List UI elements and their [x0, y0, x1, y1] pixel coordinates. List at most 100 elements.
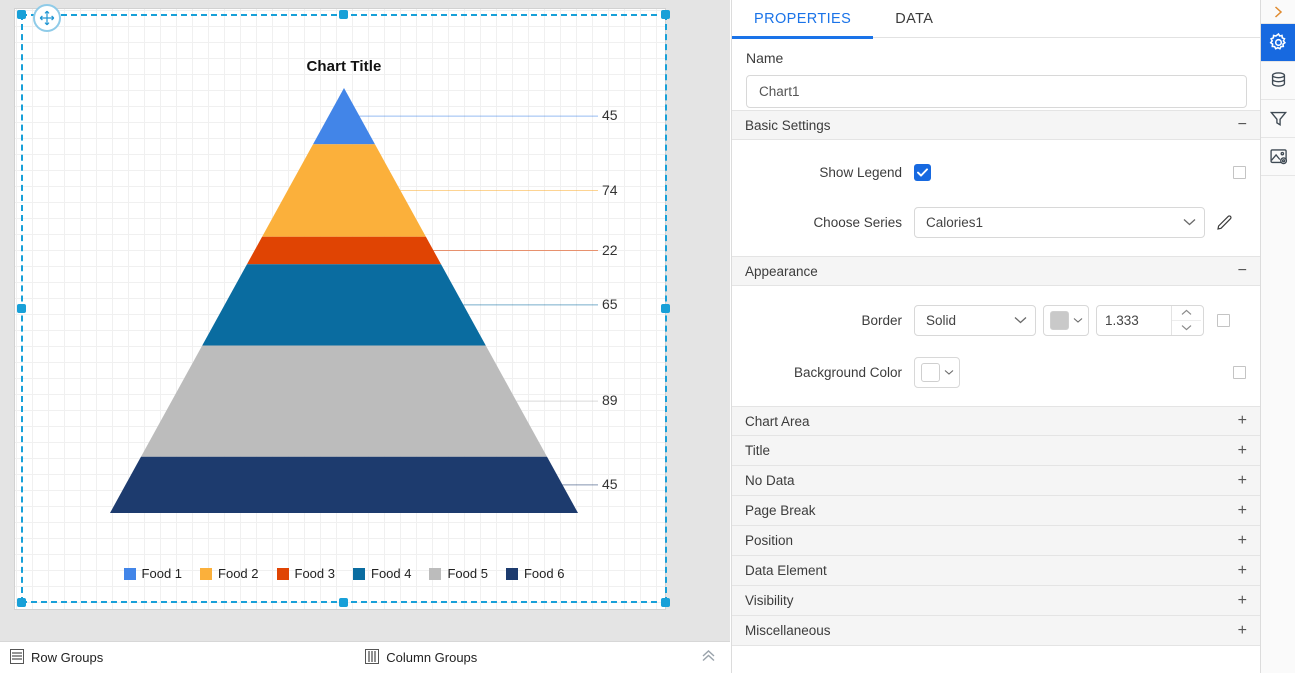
section-title: Data Element [745, 563, 827, 578]
section-header-no-data[interactable]: No Data + [732, 466, 1260, 496]
section-header-chart-area[interactable]: Chart Area + [732, 406, 1260, 436]
data-label: 89 [602, 392, 618, 409]
panel-tabs: PROPERTIES DATA [732, 0, 1260, 39]
legend-item[interactable]: Food 6 [505, 566, 564, 581]
section-toggle[interactable]: + [1238, 442, 1247, 459]
selection-handle-middle-right[interactable] [661, 304, 670, 313]
background-color-expression-checkbox[interactable] [1233, 365, 1246, 379]
show-legend-expression-checkbox[interactable] [1233, 165, 1246, 179]
section-toggle[interactable]: + [1238, 502, 1247, 519]
background-color-swatch [921, 362, 940, 382]
gear-icon[interactable] [1261, 24, 1295, 62]
section-toggle-appearance[interactable]: − [1238, 263, 1247, 279]
section-toggle[interactable]: + [1238, 472, 1247, 489]
section-title: Title [745, 443, 771, 458]
legend-swatch [429, 567, 442, 580]
legend-item[interactable]: Food 4 [353, 566, 411, 581]
data-label: 45 [602, 475, 618, 492]
selection-handle-bottom-right[interactable] [661, 598, 670, 607]
legend-label: Food 4 [371, 566, 412, 581]
pencil-icon[interactable] [1216, 214, 1233, 231]
move-cross-icon[interactable] [33, 4, 61, 32]
border-style-select[interactable]: Solid [914, 304, 1036, 336]
legend-item[interactable]: Food 3 [276, 566, 335, 581]
pyramid-segment[interactable] [110, 456, 578, 513]
choose-series-select[interactable]: Calories1 [914, 206, 1205, 238]
data-label: 65 [602, 295, 618, 312]
data-label: 45 [602, 107, 618, 124]
chevron-down-icon [1073, 311, 1083, 329]
selection-handle-middle-left[interactable] [17, 304, 26, 313]
groups-status-bar: Row Groups Column Groups [0, 641, 730, 673]
tab-data[interactable]: DATA [873, 0, 955, 38]
section-header-title[interactable]: Title + [732, 436, 1260, 466]
pyramid-segment[interactable] [202, 264, 486, 346]
selection-handle-top-left[interactable] [17, 10, 26, 19]
section-header-data-element[interactable]: Data Element + [732, 556, 1260, 586]
section-toggle[interactable]: + [1238, 562, 1247, 579]
section-toggle[interactable]: + [1238, 592, 1247, 609]
border-width-stepper[interactable] [1096, 304, 1204, 336]
section-toggle[interactable]: + [1238, 532, 1247, 549]
border-width-input[interactable] [1097, 305, 1171, 335]
section-toggle[interactable]: + [1238, 413, 1247, 429]
legend-swatch [505, 567, 518, 580]
properties-panel: PROPERTIES DATA Name Basic Settings − Sh… [731, 0, 1260, 673]
chevron-down-icon[interactable] [1172, 321, 1201, 335]
legend-label: Food 1 [141, 566, 183, 581]
legend-item[interactable]: Food 1 [123, 566, 183, 581]
section-header-miscellaneous[interactable]: Miscellaneous + [732, 616, 1260, 646]
image-settings-icon[interactable] [1261, 138, 1295, 176]
legend-swatch [123, 567, 136, 580]
pyramid-segment[interactable] [246, 236, 442, 265]
report-design-pane[interactable]: Chart Title 45 74 22 65 89 45 Food 1 Food 2 Foo… [0, 0, 730, 641]
chevron-up-icon[interactable] [1172, 306, 1201, 321]
section-header-appearance[interactable]: Appearance − [732, 256, 1260, 286]
name-input[interactable] [746, 75, 1247, 108]
name-label: Name [746, 50, 784, 66]
pyramid-graphic [110, 88, 598, 513]
background-color-label: Background Color [793, 364, 902, 380]
pyramid-segment[interactable] [140, 345, 548, 457]
row-show-legend: Show Legend [732, 148, 1260, 196]
border-width-spinner[interactable] [1171, 305, 1201, 335]
section-title: Position [745, 533, 794, 548]
chevron-double-up-icon[interactable] [701, 649, 716, 666]
columns-icon [365, 648, 380, 667]
pyramid-chart[interactable]: Chart Title 45 74 22 65 89 45 Food 1 Food 2 Foo… [21, 14, 667, 603]
section-header-position[interactable]: Position + [732, 526, 1260, 556]
database-icon[interactable] [1261, 62, 1295, 100]
show-legend-checkbox[interactable] [914, 163, 931, 181]
border-style-value: Solid [926, 312, 957, 328]
legend-item[interactable]: Food 5 [429, 566, 488, 581]
chart-legend[interactable]: Food 1 Food 2 Food 3 Food 4 Food 5 Food 6 [21, 566, 667, 581]
row-groups-button[interactable]: Row Groups [10, 648, 103, 667]
section-toggle[interactable]: + [1238, 622, 1247, 639]
choose-series-label: Choose Series [813, 214, 902, 230]
right-icon-rail [1260, 0, 1295, 673]
tab-properties[interactable]: PROPERTIES [732, 0, 874, 39]
chevron-down-icon [1183, 218, 1196, 226]
legend-swatch [276, 567, 289, 580]
selection-handle-bottom-left[interactable] [17, 598, 26, 607]
background-color-picker[interactable] [914, 356, 960, 388]
section-title-appearance: Appearance [745, 263, 818, 279]
section-body-basic-settings: Show Legend Choose Series Calories1 [732, 140, 1260, 256]
selection-handle-bottom-center[interactable] [339, 598, 348, 607]
column-groups-button[interactable]: Column Groups [365, 648, 477, 667]
name-field-block: Name [732, 38, 1260, 110]
section-header-visibility[interactable]: Visibility + [732, 586, 1260, 616]
section-header-basic-settings[interactable]: Basic Settings − [732, 110, 1260, 140]
legend-label: Food 5 [447, 566, 488, 581]
border-expression-checkbox[interactable] [1217, 313, 1230, 327]
selection-handle-top-center[interactable] [339, 10, 348, 19]
selection-handle-top-right[interactable] [661, 10, 670, 19]
expand-chevron-icon[interactable] [1261, 0, 1295, 24]
section-header-page-break[interactable]: Page Break + [732, 496, 1260, 526]
legend-item[interactable]: Food 2 [200, 566, 259, 581]
data-label: 22 [602, 241, 618, 258]
section-toggle-basic-settings[interactable]: − [1238, 117, 1247, 133]
filter-icon[interactable] [1261, 100, 1295, 138]
border-color-picker[interactable] [1043, 304, 1089, 336]
row-choose-series: Choose Series Calories1 [732, 196, 1260, 248]
